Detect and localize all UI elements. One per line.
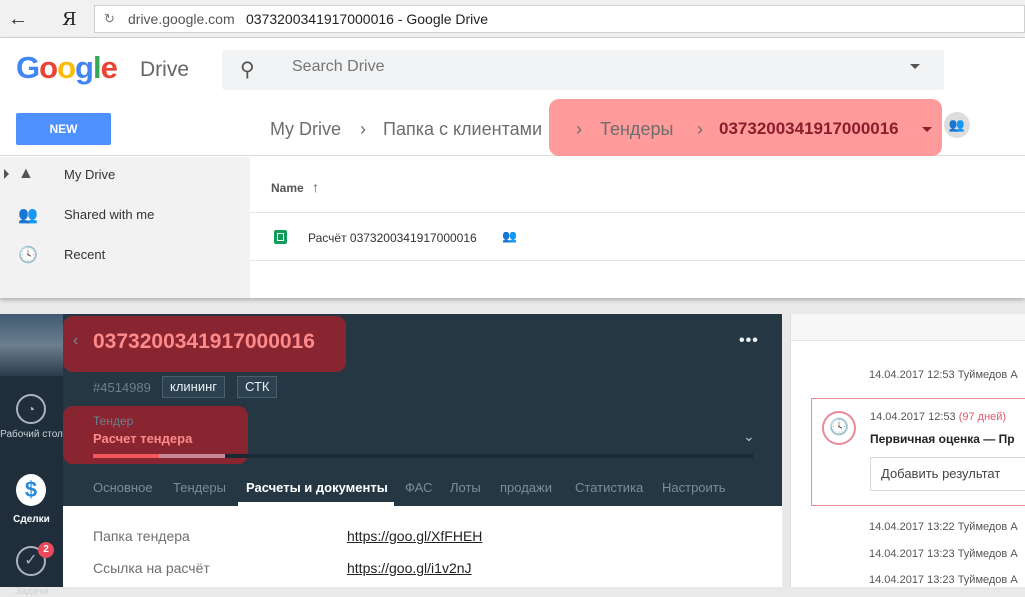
tab-statistics[interactable]: Статистика xyxy=(575,480,643,495)
sidebar-item-label: Recent xyxy=(64,247,106,262)
column-header-name[interactable]: Name xyxy=(271,181,304,195)
crm-sidebar: ◔ Рабочий стол $ Сделки ✓ 2 Задачи xyxy=(0,314,63,597)
address-title: 0373200341917000016 - Google Drive xyxy=(246,11,489,27)
browser-toolbar: ← Я ↻ drive.google.com 03732003419170000… xyxy=(0,0,1025,38)
search-input[interactable] xyxy=(292,58,792,76)
google-logo-letter: G xyxy=(16,50,40,85)
yandex-logo[interactable]: Я xyxy=(62,9,77,30)
sidebar-item-label: My Drive xyxy=(64,167,116,182)
feed-entry: 14.04.2017 13:22 Туймедов А xyxy=(869,521,1018,533)
tab-customize[interactable]: Настроить xyxy=(662,480,726,495)
breadcrumb-separator: › xyxy=(697,119,703,139)
google-logo-letter: o xyxy=(57,50,76,85)
google-logo-letter: g xyxy=(75,50,94,85)
sidebar-item-recent[interactable]: 🕓 Recent xyxy=(0,237,250,273)
deals-icon[interactable]: $ xyxy=(16,474,46,506)
google-drive-window: Google Drive ⚲ NEW My Drive › Папка с кл… xyxy=(0,38,1025,298)
drive-header: Google Drive ⚲ NEW My Drive › Папка с кл… xyxy=(0,38,1025,156)
reload-icon[interactable]: ↻ xyxy=(104,11,115,27)
breadcrumb-tenders-folder[interactable]: Тендеры xyxy=(600,119,673,140)
task-title: Первичная оценка — Пр xyxy=(870,432,1015,446)
tasks-count-badge: 2 xyxy=(38,542,54,558)
chevron-down-icon[interactable]: ⌄ xyxy=(743,428,755,445)
link-calculation[interactable]: https://goo.gl/i1v2nJ xyxy=(347,560,472,576)
people-icon: 👥 xyxy=(18,207,38,224)
activity-feed: 14.04.2017 12:53 Туймедов А 🕓 14.04.2017… xyxy=(790,314,1025,587)
drive-sidebar: ▲ My Drive 👥 Shared with me 🕓 Recent xyxy=(0,157,250,298)
file-list: Name ↑ Расчёт 0373200341917000016 👥 xyxy=(250,157,1025,298)
clock-icon: 🕓 xyxy=(18,247,38,264)
breadcrumb-separator: › xyxy=(576,119,582,139)
sidebar-item-shared-with-me[interactable]: 👥 Shared with me xyxy=(0,197,250,233)
stage-progress-segment xyxy=(93,454,159,458)
deal-fields: Папка тендера https://goo.gl/XfFHEH Ссыл… xyxy=(63,506,782,587)
more-options-icon[interactable]: ••• xyxy=(739,332,759,350)
tab-sales[interactable]: продажи xyxy=(500,480,552,495)
stage-progress-segment xyxy=(159,454,225,458)
google-logo-letter: e xyxy=(100,50,118,85)
task-card[interactable]: 🕓 14.04.2017 12:53 (97 дней) Первичная о… xyxy=(811,398,1025,506)
sidebar-item-my-drive[interactable]: ▲ My Drive xyxy=(0,157,250,193)
task-overdue-days: (97 дней) xyxy=(958,411,1007,423)
deal-header: ‹ 0373200341917000016 ••• #4514989 клини… xyxy=(63,314,782,506)
file-name[interactable]: Расчёт 0373200341917000016 xyxy=(308,231,477,245)
clock-icon: 🕓 xyxy=(822,411,856,445)
pipeline-caption: Тендер xyxy=(93,414,134,428)
tab-main[interactable]: Основное xyxy=(93,480,153,495)
panel-gap xyxy=(782,314,790,587)
nav-tasks-label[interactable]: Задачи xyxy=(0,586,63,597)
drive-icon: ▲ xyxy=(18,165,34,182)
dashboard-icon[interactable]: ◔ xyxy=(16,394,46,424)
feed-toolbar xyxy=(791,314,1025,341)
search-icon[interactable]: ⚲ xyxy=(240,57,255,82)
sort-ascending-icon[interactable]: ↑ xyxy=(312,179,319,195)
task-timestamp: 14.04.2017 12:53 (97 дней) xyxy=(870,411,1007,423)
breadcrumb-current-folder[interactable]: 0373200341917000016 xyxy=(719,119,899,139)
breadcrumb-separator: › xyxy=(360,119,366,139)
google-logo-letter: l xyxy=(92,50,102,85)
google-logo-letter: o xyxy=(39,50,58,85)
address-domain: drive.google.com xyxy=(128,11,235,27)
feed-entry: 14.04.2017 13:23 Туймедов А xyxy=(869,548,1018,560)
field-label-tender-folder: Папка тендера xyxy=(93,528,190,544)
back-icon[interactable]: ← xyxy=(8,8,28,31)
sidebar-item-label: Shared with me xyxy=(64,207,155,222)
new-button[interactable]: NEW xyxy=(16,113,111,145)
breadcrumb-clients-folder[interactable]: Папка с клиентами xyxy=(383,119,542,140)
breadcrumb-my-drive[interactable]: My Drive xyxy=(270,119,341,140)
add-result-input[interactable]: Добавить результат xyxy=(870,457,1025,491)
feed-entry: 14.04.2017 13:23 Туймедов А xyxy=(869,574,1018,586)
search-options-caret-icon[interactable] xyxy=(910,64,920,69)
field-label-calculation-link: Ссылка на расчёт xyxy=(93,560,210,576)
tab-lots[interactable]: Лоты xyxy=(450,480,481,495)
tab-tenders[interactable]: Тендеры xyxy=(173,480,226,495)
tab-calculations-documents[interactable]: Расчеты и документы xyxy=(246,480,388,495)
shared-icon: 👥 xyxy=(502,229,517,243)
nav-deals-label[interactable]: Сделки xyxy=(0,514,63,525)
folder-menu-caret-icon[interactable] xyxy=(922,127,932,132)
deal-title[interactable]: 0373200341917000016 xyxy=(93,330,315,354)
back-chevron-icon[interactable]: ‹ xyxy=(73,332,78,350)
google-logo[interactable]: Google xyxy=(16,50,118,86)
tab-fas[interactable]: ФАС xyxy=(405,480,432,495)
spreadsheet-icon xyxy=(274,230,287,244)
nav-desktop-label[interactable]: Рабочий стол xyxy=(0,428,63,441)
shared-people-icon[interactable]: 👥 xyxy=(944,112,970,138)
deal-tag[interactable]: клининг xyxy=(162,376,226,398)
feed-entry: 14.04.2017 12:53 Туймедов А xyxy=(869,369,1018,381)
drive-product-name[interactable]: Drive xyxy=(140,58,189,82)
file-row[interactable]: Расчёт 0373200341917000016 👥 xyxy=(250,213,1025,261)
deal-tag[interactable]: СТК xyxy=(237,376,278,398)
deal-id: #4514989 xyxy=(93,380,151,395)
pipeline-stage[interactable]: Расчет тендера xyxy=(93,431,192,446)
user-avatar[interactable] xyxy=(0,314,63,376)
link-tender-folder[interactable]: https://goo.gl/XfFHEH xyxy=(347,528,482,544)
